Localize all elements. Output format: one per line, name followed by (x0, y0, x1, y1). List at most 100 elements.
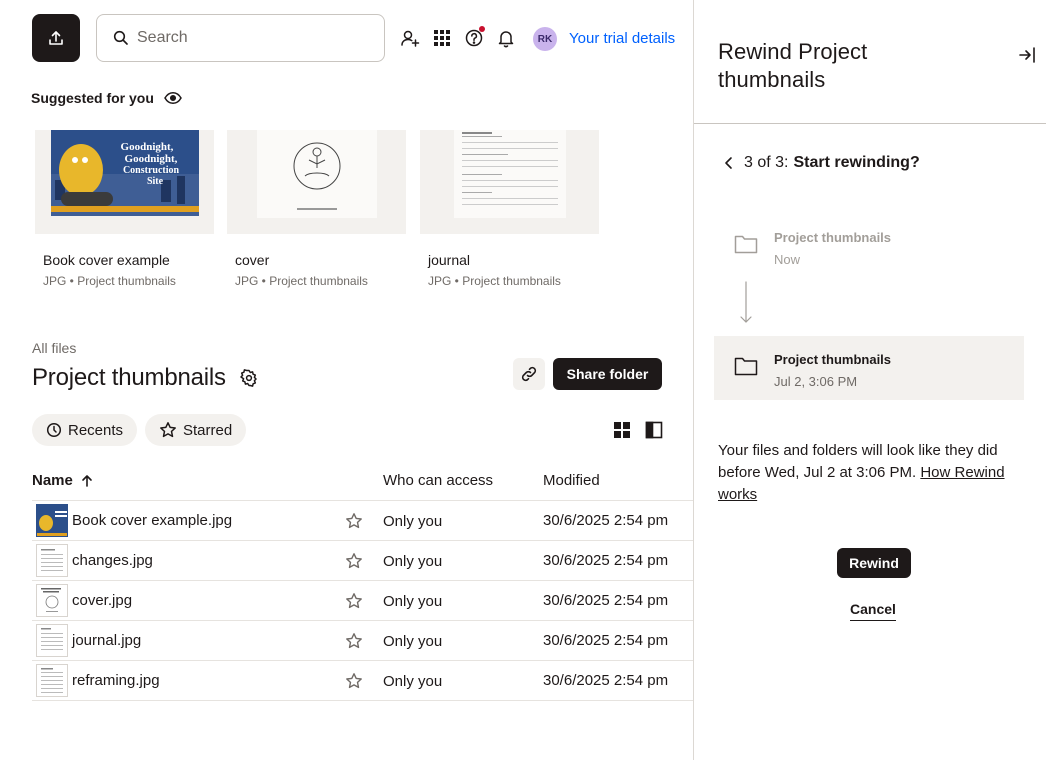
access-column-header[interactable]: Who can access (383, 472, 493, 489)
suggested-name: Book cover example (43, 252, 170, 268)
link-icon (521, 366, 537, 382)
help-icon[interactable] (462, 26, 486, 50)
rewind-explanation: Your files and folders will look like th… (718, 440, 1018, 506)
grid-view-icon[interactable] (613, 421, 631, 439)
star-icon[interactable] (345, 632, 363, 650)
eye-icon[interactable] (164, 91, 182, 105)
file-access: Only you (383, 673, 443, 690)
thumbnail (420, 130, 599, 234)
suggested-title: Suggested for you (31, 90, 154, 106)
suggested-card[interactable]: Goodnight, Goodnight, Construction Site … (35, 130, 214, 288)
star-icon[interactable] (345, 512, 363, 530)
table-row[interactable]: reframing.jpg Only you 30/6/2025 2:54 pm (32, 661, 694, 701)
cancel-button[interactable]: Cancel (850, 601, 896, 621)
folder-icon (734, 235, 758, 254)
star-icon (160, 422, 176, 438)
cover-thumbnail (256, 130, 377, 218)
name-column-header[interactable]: Name (32, 472, 93, 489)
folder-icon (734, 357, 758, 376)
side-panel-icon[interactable] (645, 421, 663, 439)
arrow-down-icon (740, 281, 752, 323)
suggested-card[interactable]: journal JPG • Project thumbnails (420, 130, 599, 288)
file-modified: 30/6/2025 2:54 pm (543, 552, 669, 569)
file-modified: 30/6/2025 2:54 pm (543, 592, 669, 609)
trial-details-link[interactable]: Your trial details (569, 30, 675, 47)
file-name: changes.jpg (72, 552, 153, 569)
target-version: Project thumbnails Jul 2, 3:06 PM (714, 336, 1024, 400)
suggested-meta: JPG • Project thumbnails (235, 274, 368, 288)
notification-dot (479, 26, 485, 32)
main-area: RK Your trial details Suggested for you … (0, 0, 694, 760)
step-indicator: 3 of 3: Start rewinding? (724, 154, 920, 172)
suggested-meta: JPG • Project thumbnails (428, 274, 561, 288)
file-modified: 30/6/2025 2:54 pm (543, 672, 669, 689)
file-modified: 30/6/2025 2:54 pm (543, 632, 669, 649)
file-access: Only you (383, 513, 443, 530)
avatar[interactable]: RK (533, 27, 557, 51)
step-prefix: 3 of 3: (744, 154, 789, 171)
starred-filter[interactable]: Starred (145, 414, 247, 446)
panel-title: Rewind Project thumbnails (718, 39, 868, 92)
chevron-left-icon[interactable] (724, 156, 734, 170)
file-table: Book cover example.jpg Only you 30/6/202… (32, 500, 694, 701)
file-access: Only you (383, 593, 443, 610)
suggested-name: journal (428, 252, 471, 268)
divider (694, 123, 1046, 124)
current-version: Project thumbnails Now (714, 214, 1024, 278)
svg-text:Construction: Construction (122, 165, 179, 176)
table-row[interactable]: changes.jpg Only you 30/6/2025 2:54 pm (32, 541, 694, 581)
table-row[interactable]: Book cover example.jpg Only you 30/6/202… (32, 501, 694, 541)
collapse-panel-icon[interactable] (1018, 46, 1036, 69)
version-name: Project thumbnails (774, 352, 892, 367)
file-thumbnail (36, 504, 68, 537)
gear-icon[interactable] (240, 369, 258, 387)
journal-thumbnail (453, 130, 566, 218)
suggested-meta: JPG • Project thumbnails (43, 274, 176, 288)
starred-label: Starred (183, 421, 233, 439)
version-name: Project thumbnails (774, 230, 892, 245)
thumbnail (227, 130, 406, 234)
thumbnail: Goodnight, Goodnight, Construction Site (35, 130, 214, 234)
recents-filter[interactable]: Recents (32, 414, 138, 446)
sort-up-icon (82, 474, 92, 487)
version-date: Jul 2, 3:06 PM (774, 374, 858, 389)
file-name: reframing.jpg (72, 672, 160, 689)
folder-title: Project thumbnails (32, 364, 226, 391)
table-row[interactable]: cover.jpg Only you 30/6/2025 2:54 pm (32, 581, 694, 621)
file-thumbnail (36, 544, 68, 577)
top-icons (398, 26, 526, 50)
search-icon (113, 30, 128, 45)
suggested-name: cover (235, 252, 270, 268)
apps-grid-icon[interactable] (430, 26, 454, 50)
star-icon[interactable] (345, 672, 363, 690)
copy-link-button[interactable] (513, 358, 545, 390)
search-box[interactable] (96, 14, 385, 62)
version-date: Now (774, 252, 801, 267)
name-column-label: Name (32, 472, 73, 489)
table-row[interactable]: journal.jpg Only you 30/6/2025 2:54 pm (32, 621, 694, 661)
file-thumbnail (36, 584, 68, 617)
suggested-card[interactable]: cover JPG • Project thumbnails (227, 130, 406, 288)
breadcrumb[interactable]: All files (32, 340, 76, 356)
star-icon[interactable] (345, 552, 363, 570)
modified-column-header[interactable]: Modified (543, 472, 600, 489)
search-input[interactable] (137, 29, 367, 47)
page-title: Project thumbnails (32, 364, 258, 392)
file-access: Only you (383, 553, 443, 570)
file-access: Only you (383, 633, 443, 650)
star-icon[interactable] (345, 592, 363, 610)
share-folder-button[interactable]: Share folder (553, 358, 662, 390)
file-name: journal.jpg (72, 632, 142, 649)
add-user-icon[interactable] (398, 26, 422, 50)
upload-button[interactable] (32, 14, 80, 62)
file-modified: 30/6/2025 2:54 pm (543, 512, 669, 529)
rewind-button[interactable]: Rewind (837, 548, 911, 578)
clock-icon (46, 422, 62, 438)
upload-icon (49, 31, 63, 45)
file-thumbnail (36, 624, 68, 657)
step-label: Start rewinding? (793, 154, 920, 171)
bell-icon[interactable] (494, 26, 518, 50)
rewind-panel: Rewind Project thumbnails 3 of 3: Start … (693, 0, 1046, 760)
suggested-heading: Suggested for you (31, 90, 182, 106)
svg-text:Site: Site (146, 176, 163, 187)
